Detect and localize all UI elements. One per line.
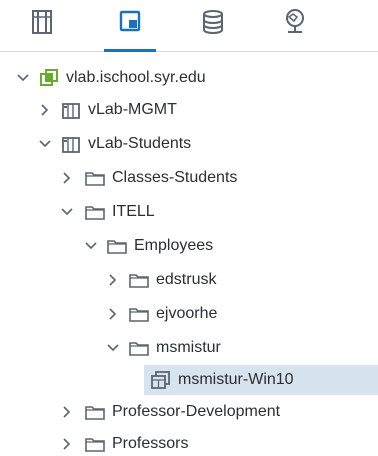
tree-node-vcenter[interactable]: vlab.ischool.syr.edu bbox=[0, 62, 378, 94]
tree-node-label: vLab-MGMT bbox=[88, 101, 177, 118]
vms-templates-icon bbox=[119, 10, 141, 32]
datacenter-icon bbox=[60, 135, 82, 153]
chevron-down-icon[interactable] bbox=[106, 341, 120, 355]
folder-icon bbox=[84, 435, 106, 453]
tree-node-label: msmistur-Win10 bbox=[178, 371, 294, 388]
chevron-right-icon[interactable] bbox=[60, 405, 74, 419]
folder-icon bbox=[106, 237, 128, 255]
tree-node-label: Professor-Development bbox=[112, 403, 281, 420]
hosts-clusters-tab[interactable] bbox=[22, 6, 62, 50]
tree-node-folder-itell[interactable]: ITELL bbox=[0, 196, 378, 228]
tree-node-label: msmistur bbox=[156, 339, 221, 356]
tree-node-label: ejvoorhe bbox=[156, 305, 218, 322]
tree-node-vm-msmistur-win10[interactable]: msmistur-Win10 bbox=[0, 364, 378, 396]
chevron-down-icon[interactable] bbox=[16, 71, 30, 85]
chevron-right-icon[interactable] bbox=[60, 171, 74, 185]
inventory-tab-strip bbox=[0, 0, 378, 52]
vcenter-icon bbox=[38, 69, 60, 87]
chevron-down-icon[interactable] bbox=[38, 137, 52, 151]
folder-icon bbox=[84, 203, 106, 221]
inventory-panel: vlab.ischool.syr.edu vLab-MGMT vLab-Stud… bbox=[0, 0, 378, 456]
tree-node-label: ITELL bbox=[112, 203, 155, 220]
chevron-down-icon[interactable] bbox=[84, 239, 98, 253]
chevron-right-icon[interactable] bbox=[60, 437, 74, 451]
chevron-right-icon[interactable] bbox=[106, 273, 120, 287]
chevron-down-icon[interactable] bbox=[60, 205, 74, 219]
hosts-clusters-icon bbox=[32, 10, 52, 34]
tree-node-datacenter-vlab-mgmt[interactable]: vLab-MGMT bbox=[0, 94, 378, 126]
folder-icon bbox=[128, 305, 150, 323]
tree-node-datacenter-vlab-students[interactable]: vLab-Students bbox=[0, 128, 378, 160]
tree-node-folder-msmistur[interactable]: msmistur bbox=[0, 332, 378, 364]
tree-node-folder-edstrusk[interactable]: edstrusk bbox=[0, 264, 378, 296]
datacenter-icon bbox=[60, 101, 82, 119]
tree-node-label: vLab-Students bbox=[88, 135, 192, 152]
storage-tab[interactable] bbox=[193, 6, 233, 50]
virtual-machine-icon bbox=[150, 371, 172, 389]
tree-node-label: Employees bbox=[134, 237, 214, 254]
tree-node-folder-ejvoorhe[interactable]: ejvoorhe bbox=[0, 298, 378, 330]
tree-node-label: Classes-Students bbox=[112, 169, 238, 186]
networking-tab[interactable] bbox=[275, 6, 315, 50]
folder-icon bbox=[84, 169, 106, 187]
tree-node-folder-professor-development[interactable]: Professor-Development bbox=[0, 396, 378, 428]
chevron-right-icon[interactable] bbox=[106, 307, 120, 321]
network-globe-icon bbox=[286, 9, 304, 33]
folder-icon bbox=[84, 403, 106, 421]
tree-node-folder-employees[interactable]: Employees bbox=[0, 230, 378, 262]
tree-node-label: edstrusk bbox=[156, 271, 217, 288]
folder-icon bbox=[128, 339, 150, 357]
tree-node-folder-classes-students[interactable]: Classes-Students bbox=[0, 162, 378, 194]
tree-node-label: Professors bbox=[112, 435, 189, 452]
vms-templates-tab[interactable] bbox=[104, 6, 156, 52]
folder-icon bbox=[128, 271, 150, 289]
chevron-right-icon[interactable] bbox=[38, 103, 52, 117]
database-icon bbox=[203, 10, 223, 34]
tree-node-folder-professors[interactable]: Professors bbox=[0, 428, 378, 456]
tree-node-label: vlab.ischool.syr.edu bbox=[66, 69, 206, 86]
